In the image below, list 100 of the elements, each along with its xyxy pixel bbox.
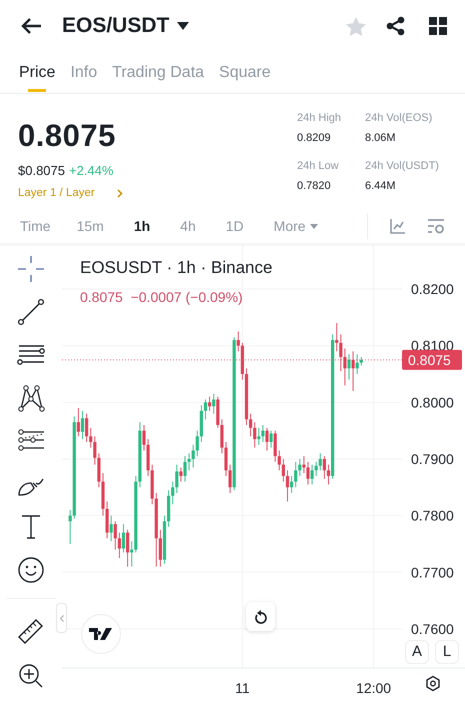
- candlestick: [347, 354, 351, 380]
- time-axis-label: 12:00: [356, 680, 392, 696]
- candlestick: [310, 464, 314, 485]
- candlestick: [286, 470, 290, 502]
- candlestick: [114, 520, 117, 550]
- candlestick: [126, 529, 130, 568]
- candlestick: [298, 458, 302, 476]
- candlestick: [80, 410, 84, 440]
- scale-button[interactable]: A: [405, 640, 429, 664]
- price-axis-label: 0.8000: [411, 394, 454, 410]
- reset-icon: [254, 610, 267, 624]
- candlestick: [158, 529, 162, 568]
- candlestick: [142, 424, 146, 451]
- interval-tab[interactable]: More: [274, 216, 318, 236]
- stat-label: 24h Vol(EOS): [365, 111, 434, 126]
- candlestick: [204, 399, 208, 420]
- pair-title[interactable]: EOS/USDT: [62, 10, 170, 42]
- candlestick: [106, 501, 109, 539]
- interval-tab[interactable]: 1D: [226, 216, 244, 236]
- candlestick: [188, 452, 191, 471]
- candlestick: [282, 458, 285, 482]
- back-button[interactable]: [20, 17, 42, 35]
- usd-price: $0.8075: [18, 162, 65, 180]
- candlestick: [93, 436, 96, 466]
- candlestick: [302, 456, 306, 474]
- candlestick: [192, 444, 195, 468]
- last-price: 0.8075: [18, 120, 117, 151]
- share-icon[interactable]: [386, 16, 405, 36]
- chart-title: EOSUSDT · 1h · Binance: [80, 258, 272, 277]
- stat-label: 24h High: [297, 111, 342, 126]
- pattern-icon[interactable]: [16, 383, 46, 413]
- caret-icon[interactable]: [177, 22, 190, 30]
- crosshair-icon[interactable]: [16, 254, 46, 284]
- current-price-tag: 0.8075: [402, 350, 462, 370]
- candlestick: [110, 515, 113, 542]
- chevron-icon[interactable]: [116, 188, 123, 198]
- candlestick: [326, 464, 330, 485]
- candlestick: [339, 334, 342, 372]
- stat-value: 0.7820: [297, 178, 332, 194]
- grid-icon[interactable]: [429, 17, 447, 35]
- candlestick: [228, 464, 232, 494]
- candlestick: [85, 413, 88, 442]
- trend-line-icon[interactable]: [16, 297, 46, 327]
- price-axis-label: 0.7700: [411, 564, 454, 580]
- candlestick: [270, 430, 273, 448]
- price-axis-label: 0.7900: [411, 450, 454, 467]
- emoji-icon[interactable]: [16, 555, 46, 585]
- interval-tab[interactable]: 15m: [76, 216, 104, 236]
- candlestick: [322, 456, 326, 480]
- candlestick: [118, 532, 121, 559]
- chart-type-icon[interactable]: [390, 218, 405, 234]
- scale-button[interactable]: L: [435, 640, 459, 664]
- candlestick: [97, 452, 100, 488]
- candlestick: [356, 354, 359, 374]
- zoom-in-icon[interactable]: [18, 663, 44, 689]
- candlestick: [294, 461, 298, 488]
- candlestick: [89, 427, 92, 448]
- candlestick: [314, 461, 318, 476]
- candlestick: [130, 540, 134, 568]
- candlestick: [352, 350, 355, 392]
- stat-value: 0.8209: [297, 130, 332, 146]
- tab[interactable]: Trading Data: [112, 52, 204, 93]
- candlestick: [179, 467, 182, 482]
- price-axis-label: 0.8200: [411, 281, 454, 298]
- candlestick: [224, 442, 228, 476]
- candlestick: [335, 322, 338, 352]
- reset-view-button[interactable]: [246, 602, 275, 631]
- interval-tab[interactable]: Time: [20, 216, 51, 236]
- candlestick: [318, 452, 322, 471]
- stat-label: 24h Low: [297, 159, 340, 174]
- candlestick: [212, 393, 216, 414]
- price-axis-label: 0.7800: [411, 508, 454, 524]
- candlestick: [220, 418, 224, 454]
- star-icon[interactable]: [346, 16, 366, 36]
- settings-icon[interactable]: [426, 676, 440, 692]
- candlestick: [183, 456, 187, 482]
- price-change: +2.44%: [69, 162, 114, 180]
- stat-value: 8.06M: [365, 130, 397, 146]
- tab[interactable]: Info: [70, 52, 98, 93]
- chevron-icon: [60, 614, 64, 622]
- candlestick: [343, 348, 346, 386]
- candlestick: [257, 427, 260, 446]
- candlestick: [122, 524, 126, 553]
- indicator-settings-icon[interactable]: [427, 218, 445, 234]
- candlestick: [68, 510, 72, 544]
- candlestick: [278, 450, 281, 471]
- interval-tab[interactable]: 4h: [180, 216, 196, 236]
- candlestick: [265, 427, 269, 451]
- candlestick: [76, 408, 80, 437]
- tab[interactable]: Price: [19, 52, 56, 93]
- category-link[interactable]: Layer 1 / Layer: [18, 184, 123, 202]
- candlestick: [306, 461, 310, 485]
- interval-tab[interactable]: 1h: [134, 216, 150, 236]
- candlestick: [249, 413, 252, 437]
- time-axis-label: 11: [235, 680, 250, 696]
- candlestick: [175, 464, 178, 494]
- tab[interactable]: Square: [219, 52, 271, 93]
- stat-value: 6.44M: [365, 178, 397, 194]
- chart-legend: 0.8075 −0.0007 (−0.09%): [80, 289, 243, 305]
- candlestick: [196, 430, 199, 457]
